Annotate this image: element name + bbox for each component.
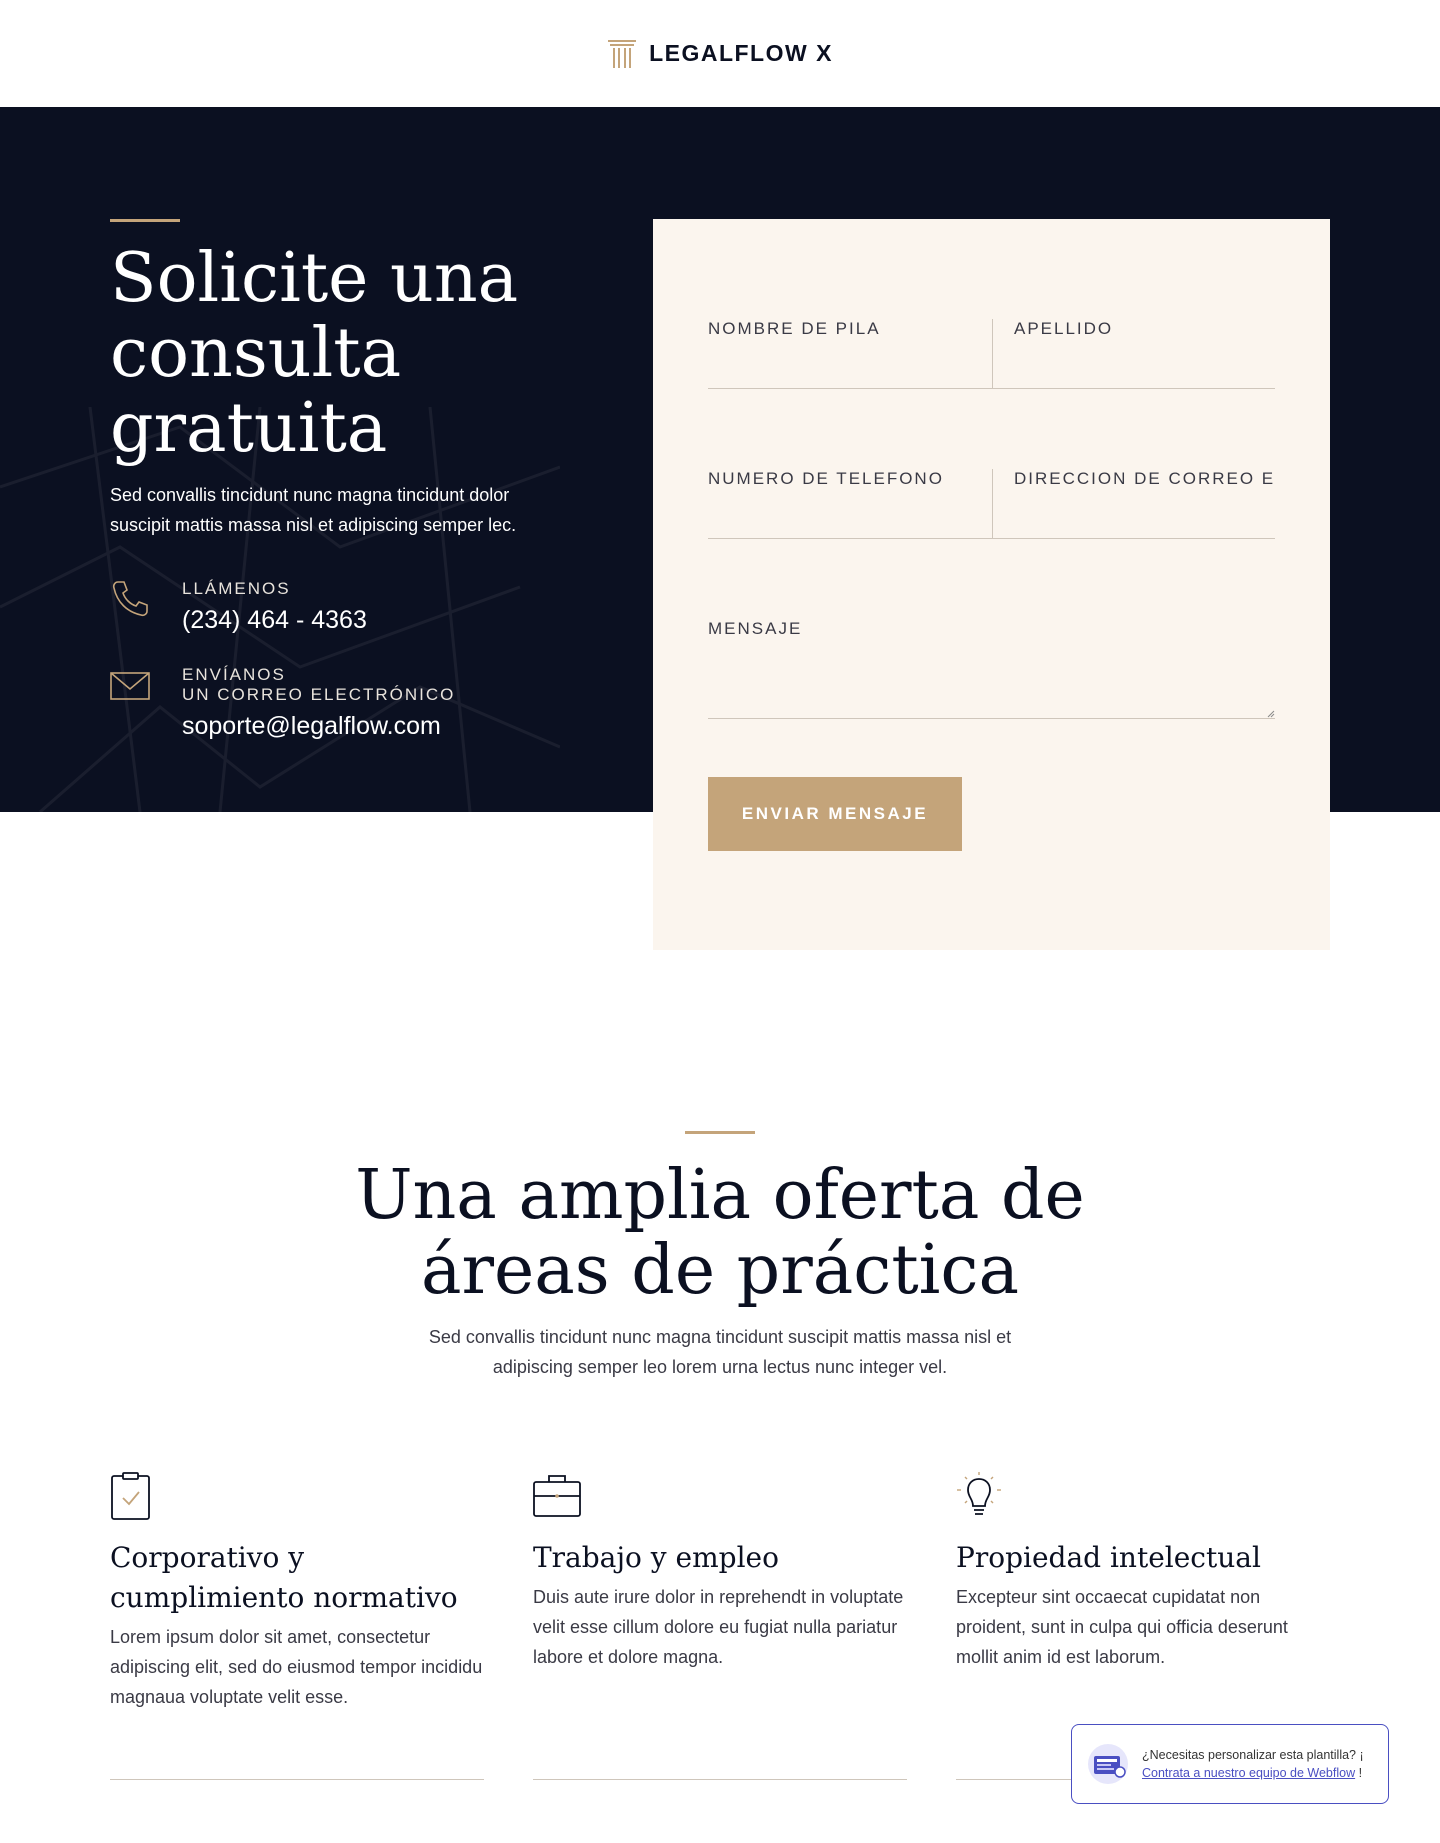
email-label-line1: ENVÍANOS bbox=[182, 665, 286, 684]
hire-webflow-link[interactable]: Contrata a nuestro equipo de Webflow bbox=[1142, 1766, 1355, 1780]
email-address[interactable]: soporte@legalflow.com bbox=[182, 709, 455, 743]
last-name-label: APELLIDO bbox=[1014, 319, 1114, 338]
practice-card-employment: Trabajo y empleo Duis aute irure dolor i… bbox=[533, 1472, 907, 1672]
phone-field-label: NUMERO DE TELEFONO bbox=[708, 469, 944, 488]
email-field-label: DIRECCION DE CORREO EL bbox=[1014, 469, 1275, 488]
phone-icon bbox=[110, 579, 150, 619]
page: LEGALFLOW X Solicite una consulta gratui… bbox=[0, 0, 1440, 1843]
logo-link[interactable]: LEGALFLOW X bbox=[607, 38, 833, 70]
email-field[interactable]: DIRECCION DE CORREO EL bbox=[992, 469, 1275, 539]
phone-label: LLÁMENOS bbox=[182, 579, 291, 598]
first-name-label: NOMBRE DE PILA bbox=[708, 319, 881, 338]
phone-contact: LLÁMENOS (234) 464 - 4363 bbox=[110, 579, 367, 637]
popup-text: ¿Necesitas personalizar esta plantilla? … bbox=[1142, 1746, 1374, 1782]
card-title: Trabajo y empleo bbox=[533, 1541, 779, 1574]
site-header: LEGALFLOW X bbox=[0, 0, 1440, 107]
practice-accent-line bbox=[685, 1131, 755, 1134]
clipboard-check-icon bbox=[110, 1472, 484, 1520]
briefcase-icon bbox=[533, 1472, 907, 1520]
card-text: Lorem ipsum dolor sit amet, consectetur … bbox=[110, 1627, 483, 1707]
card-text: Excepteur sint occaecat cupidatat non pr… bbox=[956, 1587, 1288, 1667]
contact-form: NOMBRE DE PILA APELLIDO NUMERO DE TELEFO… bbox=[653, 219, 1330, 950]
practice-card-ip: Propiedad intelectual Excepteur sint occ… bbox=[956, 1472, 1330, 1672]
phone-field[interactable]: NUMERO DE TELEFONO bbox=[708, 469, 992, 539]
practice-title: Una amplia oferta de áreas de práctica bbox=[355, 1156, 1085, 1310]
popup-text-before: ¿Necesitas personalizar esta plantilla? … bbox=[1142, 1748, 1364, 1762]
card-text: Duis aute irure dolor in reprehendt in v… bbox=[533, 1587, 904, 1667]
mail-icon bbox=[110, 665, 150, 705]
phone-number[interactable]: (234) 464 - 4363 bbox=[182, 603, 367, 637]
card-title: Propiedad intelectual bbox=[956, 1541, 1261, 1574]
send-message-button[interactable]: ENVIAR MENSAJE bbox=[708, 777, 962, 851]
pillar-icon bbox=[607, 38, 637, 70]
message-field[interactable]: MENSAJE bbox=[708, 619, 1275, 719]
card-divider bbox=[533, 1779, 907, 1780]
hero-description: Sed convallis tincidunt nunc magna tinci… bbox=[110, 485, 517, 535]
card-divider bbox=[110, 1779, 484, 1780]
card-title: Corporativo y cumplimiento normativo bbox=[110, 1541, 458, 1614]
message-label: MENSAJE bbox=[708, 619, 803, 638]
hire-webflow-popup[interactable]: ¿Necesitas personalizar esta plantilla? … bbox=[1071, 1724, 1389, 1804]
hero-accent-line bbox=[110, 219, 180, 222]
email-contact: ENVÍANOS UN CORREO ELECTRÓNICO soporte@l… bbox=[110, 665, 455, 743]
webflow-illustration-icon bbox=[1086, 1742, 1130, 1786]
popup-text-after: ! bbox=[1355, 1766, 1363, 1780]
email-label-line2: UN CORREO ELECTRÓNICO bbox=[182, 685, 456, 704]
hero-title: Solicite una consulta gratuita bbox=[110, 239, 519, 468]
last-name-field[interactable]: APELLIDO bbox=[992, 319, 1275, 389]
resize-handle-icon[interactable] bbox=[1265, 708, 1275, 718]
logo-text: LEGALFLOW X bbox=[649, 40, 833, 66]
practice-card-corporate: Corporativo y cumplimiento normativo Lor… bbox=[110, 1472, 484, 1712]
first-name-field[interactable]: NOMBRE DE PILA bbox=[708, 319, 992, 389]
practice-description: Sed convallis tincidunt nunc magna tinci… bbox=[428, 1327, 1012, 1377]
lightbulb-icon bbox=[956, 1472, 1330, 1520]
